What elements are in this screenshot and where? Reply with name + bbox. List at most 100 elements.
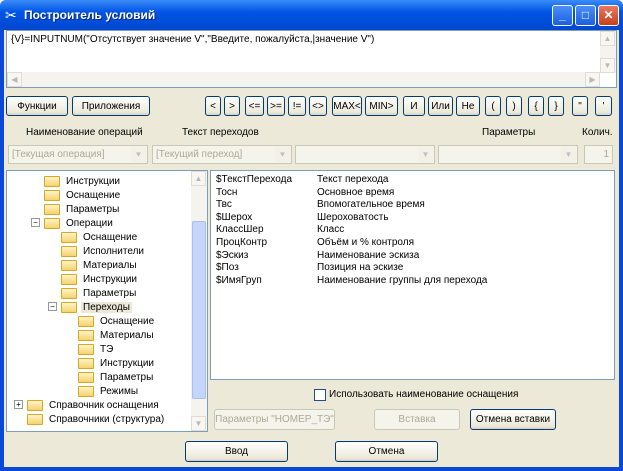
operator-button[interactable]: < — [205, 96, 221, 116]
functions-button[interactable]: Функции — [6, 96, 68, 116]
param-select-2[interactable]: ▼ — [438, 145, 578, 164]
list-item[interactable]: $Эскиз Наименование эскиза — [216, 250, 419, 262]
list-item[interactable]: $ИмяГруп Наименование группы для перехода — [216, 274, 487, 287]
tree-node[interactable]: + Справочник оснащения — [14, 398, 161, 412]
operator-button[interactable]: И — [403, 96, 425, 116]
operator-button[interactable]: Не — [456, 96, 480, 116]
tree-node[interactable]: Параметры — [61, 286, 138, 300]
cancel-insert-button[interactable]: Отмена вставки — [470, 409, 556, 430]
transition-label: Текст переходов — [182, 127, 259, 138]
operator-button[interactable]: <= — [245, 96, 264, 116]
tree-node[interactable]: Инструкции — [44, 174, 122, 188]
list-item[interactable]: Твс Впомогательное время — [216, 199, 425, 211]
maximize-button[interactable]: □ — [575, 5, 596, 26]
tree-scrollbar[interactable]: ▲ ▼ — [191, 171, 207, 431]
tree-scroll-thumb[interactable] — [192, 221, 206, 399]
list-item[interactable]: $Шерох Шероховатость — [216, 212, 389, 224]
dialog-window: ✂ Построитель условий _ □ ✕ {V}=INPUTNUM… — [0, 0, 623, 471]
operation-value: [Текущая операция] — [12, 149, 105, 160]
operation-label: Наименование операций — [26, 127, 143, 138]
tree-node-label: Оснащение — [100, 315, 155, 327]
editor-horizontal-scrollbar[interactable]: ◀ ▶ — [7, 72, 600, 87]
scroll-left-icon[interactable]: ◀ — [7, 72, 22, 87]
operator-button[interactable]: <> — [309, 96, 327, 116]
scroll-up-icon[interactable]: ▲ — [600, 31, 615, 46]
insert-button[interactable]: Вставка — [374, 409, 460, 430]
operator-button[interactable]: ( — [485, 96, 501, 116]
tree-node[interactable]: Режимы — [78, 384, 140, 398]
operator-button[interactable]: " — [572, 96, 588, 116]
tree-node-label: Инструкции — [100, 357, 155, 369]
window-title: Построитель условий — [24, 8, 156, 22]
folder-icon — [44, 175, 60, 187]
tree-node[interactable]: ТЭ — [78, 342, 115, 356]
cancel-button[interactable]: Отмена — [335, 441, 438, 462]
tree-node[interactable]: Параметры — [44, 202, 121, 216]
folder-icon — [78, 385, 94, 397]
operator-button[interactable]: >= — [267, 96, 285, 116]
tree-node[interactable]: Оснащение — [78, 314, 156, 328]
scroll-down-icon[interactable]: ▼ — [600, 58, 615, 73]
tree-node[interactable]: Оснащение — [61, 230, 139, 244]
list-item[interactable]: $ТекстПерехода Текст перехода — [216, 174, 388, 186]
tree-node[interactable]: Инструкции — [61, 272, 139, 286]
close-button[interactable]: ✕ — [598, 5, 619, 26]
expression-text: {V}=INPUTNUM("Отсутствует значение V","В… — [11, 34, 375, 45]
variable-description: Класс — [317, 224, 345, 236]
operator-button[interactable]: MAX< — [332, 96, 362, 116]
list-item[interactable]: $Поз Позиция на эскизе — [216, 262, 403, 274]
tree-node[interactable]: − Операции — [31, 216, 115, 230]
folder-icon — [61, 231, 77, 243]
scroll-right-icon[interactable]: ▶ — [585, 72, 600, 87]
use-equipment-name-checkbox[interactable] — [314, 389, 326, 401]
operator-button[interactable]: } — [548, 96, 564, 116]
tree-node[interactable]: Материалы — [61, 258, 139, 272]
expand-icon[interactable]: + — [14, 400, 23, 409]
params-label: Параметры — [482, 127, 536, 138]
variable-name: Твс — [216, 199, 232, 211]
tree-node[interactable]: Материалы — [78, 328, 156, 342]
expression-editor[interactable]: {V}=INPUTNUM("Отсутствует значение V","В… — [6, 30, 617, 88]
tree-node[interactable]: Оснащение — [44, 188, 122, 202]
tree-node[interactable]: Справочники (структура) — [27, 412, 166, 426]
tree-node-label: ТЭ — [100, 343, 114, 355]
list-item[interactable]: ПроцКонтр Объём и % контроля — [216, 237, 414, 249]
operator-button[interactable]: ' — [595, 96, 612, 116]
applications-button[interactable]: Приложения — [72, 96, 150, 116]
operator-button[interactable]: != — [288, 96, 306, 116]
scroll-up-icon[interactable]: ▲ — [191, 171, 206, 186]
tree-node-label: Справочник оснащения — [49, 399, 159, 411]
tree-node[interactable]: Инструкции — [78, 356, 156, 370]
operator-button[interactable]: Или — [428, 96, 453, 116]
collapse-icon[interactable]: − — [31, 218, 40, 227]
list-item[interactable]: КлассШер Класс — [216, 224, 344, 236]
operator-button[interactable]: > — [224, 96, 240, 116]
transition-select[interactable]: [Текущий переход] ▼ — [152, 145, 292, 164]
variable-name: $ИмяГруп — [216, 274, 262, 286]
variable-description: Текст перехода — [317, 174, 389, 185]
list-item[interactable]: Тосн Основное время — [216, 187, 394, 199]
object-tree[interactable]: Инструкции Оснащение Параметры − Операции Осн… — [6, 170, 208, 432]
variable-description: Объём и % контроля — [317, 237, 414, 248]
folder-icon — [44, 189, 60, 201]
operator-button[interactable]: ) — [506, 96, 522, 116]
dialog-body: {V}=INPUTNUM("Отсутствует значение V","В… — [4, 30, 619, 467]
variables-list[interactable]: $ТекстПерехода Текст перехода Тосн Основное… — [210, 170, 615, 380]
qty-input[interactable]: 1 — [584, 145, 613, 164]
operator-button[interactable]: MIN> — [365, 96, 398, 116]
param-select-1[interactable]: ▼ — [295, 145, 435, 164]
tree-node[interactable]: Исполнители — [61, 244, 146, 258]
variable-description: Шероховатость — [317, 211, 389, 223]
scroll-down-icon[interactable]: ▼ — [191, 416, 206, 431]
tree-node[interactable]: Параметры — [78, 370, 155, 384]
editor-vertical-scrollbar[interactable]: ▲ ▼ — [600, 31, 616, 73]
operation-select[interactable]: [Текущая операция] ▼ — [8, 145, 148, 164]
operator-button[interactable]: { — [528, 96, 544, 116]
params-te-button[interactable]: Параметры "НОМЕР_ТЭ" — [214, 409, 335, 430]
title-bar[interactable]: ✂ Построитель условий _ □ ✕ — [0, 0, 623, 30]
minimize-button[interactable]: _ — [552, 5, 573, 26]
collapse-icon[interactable]: − — [48, 302, 57, 311]
tree-node[interactable]: − Переходы — [48, 300, 132, 314]
tree-node-label: Материалы — [83, 259, 137, 271]
ok-button[interactable]: Ввод — [185, 441, 288, 462]
